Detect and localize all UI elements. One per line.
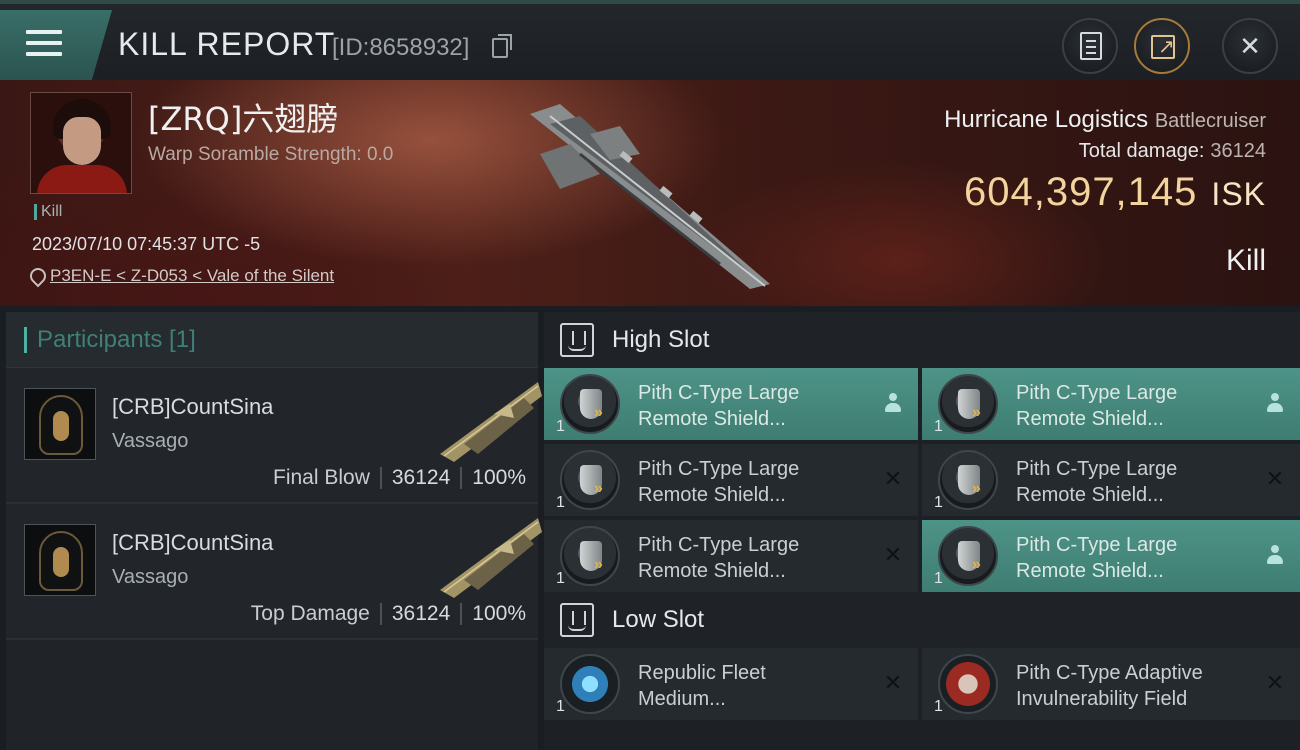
location-text[interactable]: P3EN-E < Z-D053 < Vale of the Silent (50, 266, 334, 286)
low-slot-title: Low Slot (612, 606, 705, 633)
high-slot-icon (560, 323, 594, 357)
participants-title: Participants [1] (37, 325, 196, 353)
participant-label: Final Blow (273, 466, 370, 489)
fitting-panel: High Slot » 1 Pith C-Type Large Remote Sh… (544, 312, 1300, 750)
participant-stats: Top Damage 36124 100% (251, 602, 526, 626)
person-icon (884, 393, 902, 413)
victim-ship-name[interactable]: Hurricane Logistics Battlecruiser (944, 106, 1266, 134)
participant-row[interactable]: [CRB]CountSina Vassago Top Damage 36124 … (6, 504, 542, 640)
module-quantity: 1 (934, 494, 943, 511)
menu-button[interactable] (0, 10, 112, 80)
participants-panel: Participants [1] [CRB]CountSina Vassago … (6, 312, 542, 750)
participant-name[interactable]: [CRB]CountSina (112, 530, 273, 556)
participant-ship-image (440, 518, 542, 598)
location-link[interactable]: P3EN-E < Z-D053 < Vale of the Silent (30, 266, 334, 286)
shield-booster-icon: » (938, 450, 998, 510)
destroyed-icon: ✕ (883, 542, 903, 567)
victim-portrait[interactable] (30, 92, 132, 194)
participant-ship: Vassago (112, 566, 189, 588)
destroyed-icon: ✕ (883, 466, 903, 491)
isk-value: 604,397,145 ISK (963, 170, 1266, 214)
module-quantity: 1 (934, 418, 943, 435)
participant-percent: 100% (472, 602, 526, 625)
module-item[interactable]: » 1 Pith C-Type Large Remote Shield... ✕ (922, 444, 1300, 516)
module-quantity: 1 (556, 418, 565, 435)
victim-ship-image (530, 104, 770, 289)
low-slot-grid: 1 Republic Fleet Medium... ✕ 1 Pith C-Typ… (544, 648, 1300, 720)
copy-icon[interactable] (492, 34, 512, 58)
participant-ship: Vassago (112, 430, 189, 452)
participants-header: Participants [1] (6, 312, 538, 368)
participant-stats: Final Blow 36124 100% (273, 466, 526, 490)
page-title: KILL REPORT (118, 26, 336, 62)
module-quantity: 1 (934, 698, 943, 715)
close-icon: ✕ (1239, 30, 1261, 61)
participant-damage: 36124 (391, 466, 451, 489)
shield-booster-icon: » (938, 526, 998, 586)
module-name: Pith C-Type Large Remote Shield... (638, 534, 800, 582)
module-name: Pith C-Type Large Remote Shield... (1016, 534, 1178, 582)
report-id: [ID:8658932] (332, 34, 470, 61)
participant-avatar[interactable] (24, 524, 96, 596)
module-name: Pith C-Type Large Remote Shield... (638, 382, 800, 430)
person-icon (1266, 545, 1284, 565)
module-name: Pith C-Type Adaptive Invulnerability Fiel… (1016, 662, 1203, 710)
low-slot-header: Low Slot (544, 592, 1300, 648)
participant-damage: 36124 (391, 602, 451, 625)
module-item[interactable]: » 1 Pith C-Type Large Remote Shield... ✕ (544, 444, 918, 516)
module-name: Pith C-Type Large Remote Shield... (1016, 458, 1178, 506)
result-label: Kill (1225, 244, 1266, 277)
shield-booster-icon: » (560, 450, 620, 510)
arrow-up-right-icon: ↗ (1158, 36, 1175, 58)
victim-name[interactable]: [ZRQ]六翅膀 (148, 94, 338, 140)
shield-booster-icon: » (560, 526, 620, 586)
kill-timestamp: 2023/07/10 07:45:37 UTC -5 (32, 234, 261, 254)
module-item[interactable]: » 1 Pith C-Type Large Remote Shield... (922, 520, 1300, 592)
module-quantity: 1 (556, 494, 565, 511)
shield-booster-icon: » (938, 374, 998, 434)
participant-name[interactable]: [CRB]CountSina (112, 394, 273, 420)
dropped-status (1264, 544, 1286, 566)
warp-scramble-strength: Warp Soramble Strength: 0.0 (148, 144, 394, 165)
high-slot-title: High Slot (612, 326, 710, 353)
clipboard-button[interactable] (1062, 18, 1118, 74)
close-button[interactable]: ✕ (1222, 18, 1278, 74)
person-icon (1266, 393, 1284, 413)
module-item[interactable]: 1 Republic Fleet Medium... ✕ (544, 648, 918, 720)
module-quantity: 1 (556, 698, 565, 715)
module-quantity: 1 (556, 570, 565, 587)
participant-label: Top Damage (250, 602, 370, 625)
module-item[interactable]: » 1 Pith C-Type Large Remote Shield... ✕ (544, 520, 918, 592)
high-slot-header: High Slot (544, 312, 1300, 368)
module-item[interactable]: » 1 Pith C-Type Large Remote Shield... (922, 368, 1300, 440)
participant-ship-image (440, 382, 542, 462)
module-quantity: 1 (934, 570, 943, 587)
destroyed-icon: ✕ (883, 670, 903, 695)
participant-percent: 100% (472, 466, 526, 489)
participant-row[interactable]: [CRB]CountSina Vassago Final Blow 36124 … (6, 368, 542, 504)
afterburner-icon (560, 654, 620, 714)
module-item[interactable]: 1 Pith C-Type Adaptive Invulnerability Fi… (922, 648, 1300, 720)
module-name: Pith C-Type Large Remote Shield... (1016, 382, 1178, 430)
dropped-status (1264, 392, 1286, 414)
total-damage: Total damage: 36124 (1078, 140, 1266, 162)
location-pin-icon (30, 268, 42, 284)
kill-tag: Kill (34, 204, 62, 220)
destroyed-icon: ✕ (1265, 466, 1285, 491)
top-bar: KILL REPORT [ID:8658932] ↗ ✕ (0, 0, 1300, 80)
low-slot-icon (560, 603, 594, 637)
module-name: Republic Fleet Medium... (638, 662, 766, 710)
dropped-status (882, 392, 904, 414)
invulnerability-field-icon (938, 654, 998, 714)
module-name: Pith C-Type Large Remote Shield... (638, 458, 800, 506)
participant-avatar[interactable] (24, 388, 96, 460)
shield-booster-icon: » (560, 374, 620, 434)
clipboard-icon (1080, 32, 1102, 60)
hamburger-icon (26, 30, 62, 58)
high-slot-grid: » 1 Pith C-Type Large Remote Shield... » … (544, 368, 1300, 592)
share-button[interactable]: ↗ (1134, 18, 1190, 74)
victim-banner: [ZRQ]六翅膀 Warp Soramble Strength: 0.0 Kil… (0, 80, 1300, 306)
destroyed-icon: ✕ (1265, 670, 1285, 695)
module-item[interactable]: » 1 Pith C-Type Large Remote Shield... (544, 368, 918, 440)
